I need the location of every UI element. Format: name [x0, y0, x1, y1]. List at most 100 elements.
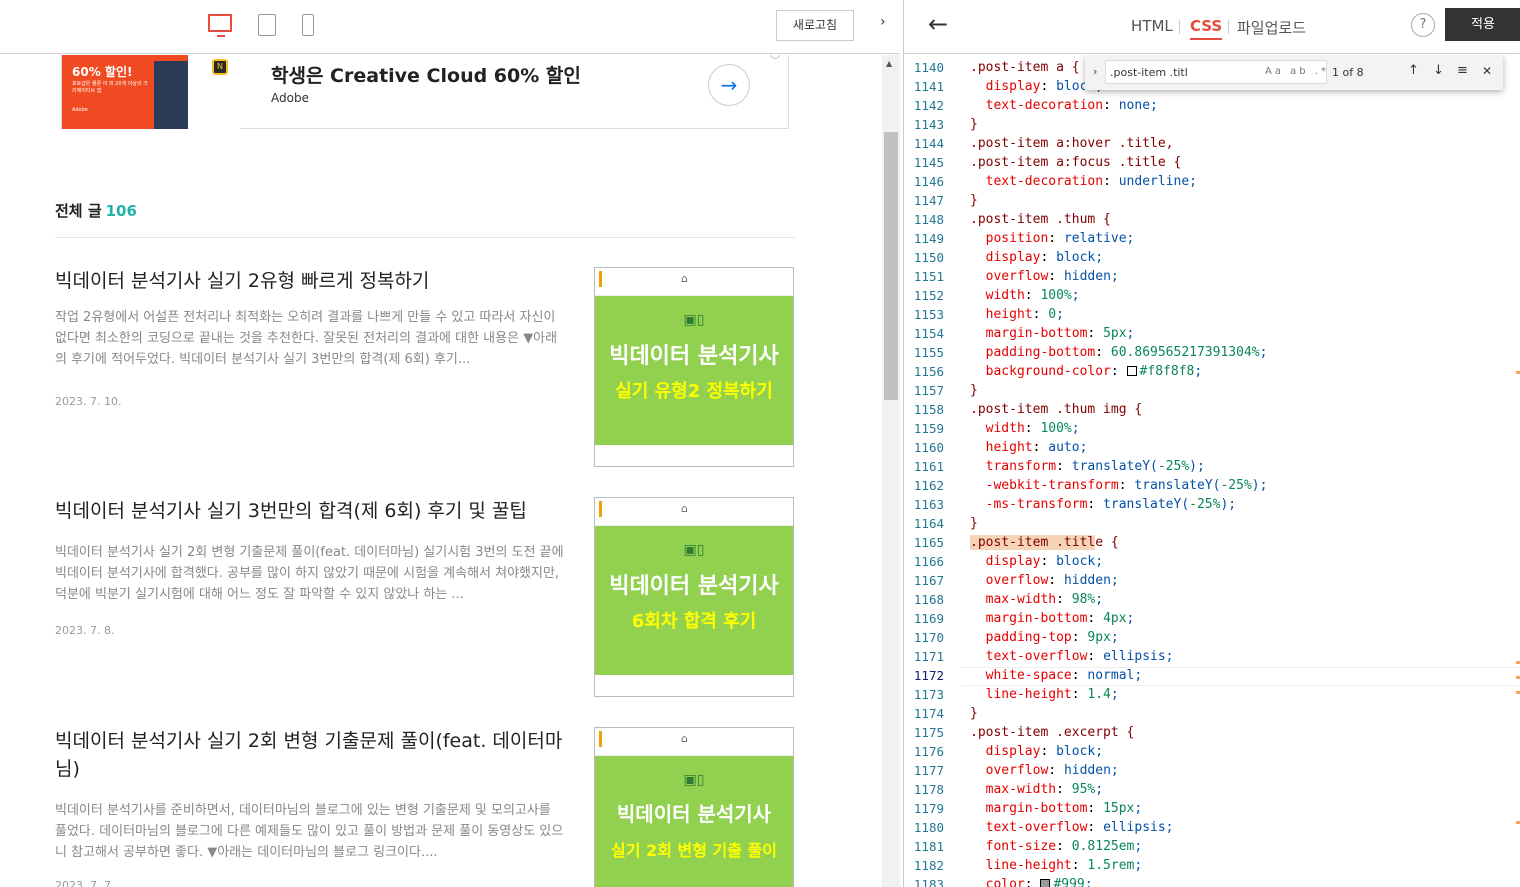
code-line[interactable]: .post-item .thum { — [970, 212, 1111, 227]
scroll-marker — [1516, 371, 1520, 374]
preview-toolbar: 새로고침 › — [0, 0, 900, 54]
find-close-icon[interactable]: ✕ — [1482, 64, 1492, 78]
line-number: 1160 — [913, 440, 944, 455]
code-line[interactable]: line-height: 1.5rem; — [970, 858, 1143, 873]
code-line[interactable]: .post-item .title { — [970, 535, 1119, 550]
line-number: 1141 — [913, 79, 944, 94]
code-line[interactable]: .post-item a:hover .title, — [970, 136, 1174, 151]
code-line[interactable]: display: block; — [970, 554, 1103, 569]
post-item[interactable]: 빅데이터 분석기사 실기 3번만의 합격(제 6회) 후기 및 꿀팁 빅데이터 … — [55, 497, 795, 699]
post-thumbnail[interactable]: ⌂ ▣▯ 빅데이터 분석기사 6회차 합격 후기 — [594, 497, 794, 697]
refresh-button[interactable]: 새로고침 — [776, 10, 854, 41]
code-line[interactable]: text-decoration: underline; — [970, 174, 1197, 189]
post-title[interactable]: 빅데이터 분석기사 실기 3번만의 합격(제 6회) 후기 및 꿀팁 — [55, 497, 565, 525]
tab-css[interactable]: CSS — [1190, 17, 1223, 40]
code-line[interactable]: display: block; — [970, 79, 1103, 94]
post-thumbnail[interactable]: ⌂ ▣▯ 빅데이터 분석기사 실기 2회 변형 기출 풀이 — [594, 727, 794, 887]
apply-button[interactable]: 적용 — [1445, 8, 1520, 41]
tab-html[interactable]: HTML — [1131, 17, 1173, 35]
code-line[interactable]: width: 100%; — [970, 288, 1080, 303]
post-item[interactable]: 빅데이터 분석기사 실기 2유형 빠르게 정복하기 작업 2유형에서 어설픈 전… — [55, 267, 795, 469]
thumb-body: ▣▯ 빅데이터 분석기사 실기 2회 변형 기출 풀이 — [595, 756, 793, 887]
code-line[interactable]: margin-bottom: 15px; — [970, 801, 1143, 816]
code-line[interactable]: .post-item a { — [970, 60, 1080, 75]
ad-info-icon[interactable] — [770, 55, 780, 59]
code-line[interactable]: .post-item .excerpt { — [970, 725, 1134, 740]
code-line[interactable]: max-width: 98%; — [970, 592, 1103, 607]
line-number: 1171 — [913, 649, 944, 664]
color-swatch[interactable] — [1126, 366, 1137, 376]
thumb-title: 빅데이터 분석기사 — [609, 574, 779, 599]
tab-file-upload[interactable]: 파일업로드 — [1237, 17, 1306, 38]
ad-arrow-button[interactable]: → — [708, 64, 750, 106]
thumb-title: 빅데이터 분석기사 — [609, 344, 779, 369]
line-number: 1158 — [913, 402, 944, 417]
ad-banner[interactable]: 60% 할인! 포토샵은 물론 이 외 20개 이상의 크리에이티브 앱 Ado… — [61, 55, 789, 129]
back-arrow-icon[interactable]: ← — [928, 10, 948, 38]
help-icon[interactable]: ? — [1411, 13, 1435, 37]
scroll-up-icon[interactable]: ▲ — [886, 59, 892, 68]
ad-title[interactable]: 학생은 Creative Cloud 60% 할인 — [271, 61, 581, 88]
expand-icon[interactable]: › — [880, 14, 886, 30]
code-line[interactable]: text-decoration: none; — [970, 98, 1158, 113]
scroll-thumb[interactable] — [884, 132, 898, 400]
line-number: 1157 — [913, 383, 944, 398]
code-line[interactable]: overflow: hidden; — [970, 573, 1119, 588]
code-line[interactable]: color: #999; — [970, 877, 1093, 887]
post-item[interactable]: 빅데이터 분석기사 실기 2회 변형 기출문제 풀이(feat. 데이터마님) … — [55, 727, 795, 887]
post-title[interactable]: 빅데이터 분석기사 실기 2회 변형 기출문제 풀이(feat. 데이터마님) — [55, 727, 565, 783]
thumb-subtitle: 실기 유형2 정복하기 — [615, 381, 773, 402]
color-swatch[interactable] — [1040, 879, 1051, 887]
code-line[interactable]: font-size: 0.8125em; — [970, 839, 1143, 854]
code-line[interactable]: white-space: normal; — [970, 668, 1143, 683]
tablet-icon[interactable] — [258, 14, 276, 36]
mobile-icon[interactable] — [302, 14, 314, 36]
thumb-body: ▣▯ 빅데이터 분석기사 실기 유형2 정복하기 — [595, 296, 793, 445]
code-line[interactable]: max-width: 95%; — [970, 782, 1103, 797]
code-line[interactable]: } — [970, 383, 978, 398]
code-line[interactable]: -webkit-transform: translateY(-25%); — [970, 478, 1268, 493]
code-line[interactable]: .post-item .thum img { — [970, 402, 1142, 417]
code-line[interactable]: } — [970, 516, 978, 531]
code-editor[interactable]: 1140 1141 1142 1143 1144 1145 1146 1147 1148 1149… — [904, 55, 1520, 887]
line-number: 1181 — [913, 839, 944, 854]
find-previous-icon[interactable]: ↑ — [1408, 63, 1419, 78]
code-line[interactable]: background-color: #f8f8f8; — [970, 364, 1203, 379]
code-line[interactable]: } — [970, 193, 978, 208]
find-toggle-replace-icon[interactable]: › — [1093, 65, 1097, 78]
code-line[interactable]: width: 100%; — [970, 421, 1080, 436]
code-line[interactable]: margin-bottom: 5px; — [970, 326, 1135, 341]
code-line[interactable]: text-overflow: ellipsis; — [970, 649, 1174, 664]
code-line[interactable]: padding-top: 9px; — [970, 630, 1119, 645]
code-line[interactable]: } — [970, 706, 978, 721]
line-number: 1144 — [913, 136, 944, 151]
line-number: 1145 — [913, 155, 944, 170]
preview-scrollbar[interactable]: ▲ — [882, 55, 900, 887]
code-line[interactable]: -ms-transform: translateY(-25%); — [970, 497, 1236, 512]
code-line[interactable]: margin-bottom: 4px; — [970, 611, 1135, 626]
code-line[interactable]: overflow: hidden; — [970, 763, 1119, 778]
code-line[interactable]: overflow: hidden; — [970, 269, 1119, 284]
find-next-icon[interactable]: ↓ — [1433, 63, 1444, 78]
code-line[interactable]: padding-bottom: 60.869565217391304%; — [970, 345, 1268, 360]
thumb-subtitle: 6회차 합격 후기 — [631, 611, 757, 632]
deco-icon: ⌂ — [681, 272, 688, 285]
code-line[interactable]: position: relative; — [970, 231, 1135, 246]
code-line[interactable]: text-overflow: ellipsis; — [970, 820, 1174, 835]
preview-pane: 새로고침 › 60% 할인! 포토샵은 물론 이 외 20개 이상의 크리에이티… — [0, 0, 900, 887]
code-line[interactable]: height: auto; — [970, 440, 1088, 455]
line-number: 1161 — [913, 459, 944, 474]
code-line[interactable]: height: 0; — [970, 307, 1064, 322]
code-line[interactable]: .post-item a:focus .title { — [970, 155, 1181, 170]
code-line[interactable]: line-height: 1.4; — [970, 687, 1119, 702]
pencil-icon — [599, 731, 602, 747]
code-line[interactable]: display: block; — [970, 744, 1103, 759]
find-options[interactable]: Aa ab .* — [1265, 66, 1329, 77]
desktop-icon[interactable] — [208, 14, 232, 37]
post-title[interactable]: 빅데이터 분석기사 실기 2유형 빠르게 정복하기 — [55, 267, 565, 295]
code-line[interactable]: } — [970, 117, 978, 132]
post-thumbnail[interactable]: ⌂ ▣▯ 빅데이터 분석기사 실기 유형2 정복하기 — [594, 267, 794, 467]
code-line[interactable]: transform: translateY(-25%); — [970, 459, 1205, 474]
code-line[interactable]: display: block; — [970, 250, 1103, 265]
find-in-selection-icon[interactable]: ≡ — [1457, 63, 1468, 78]
